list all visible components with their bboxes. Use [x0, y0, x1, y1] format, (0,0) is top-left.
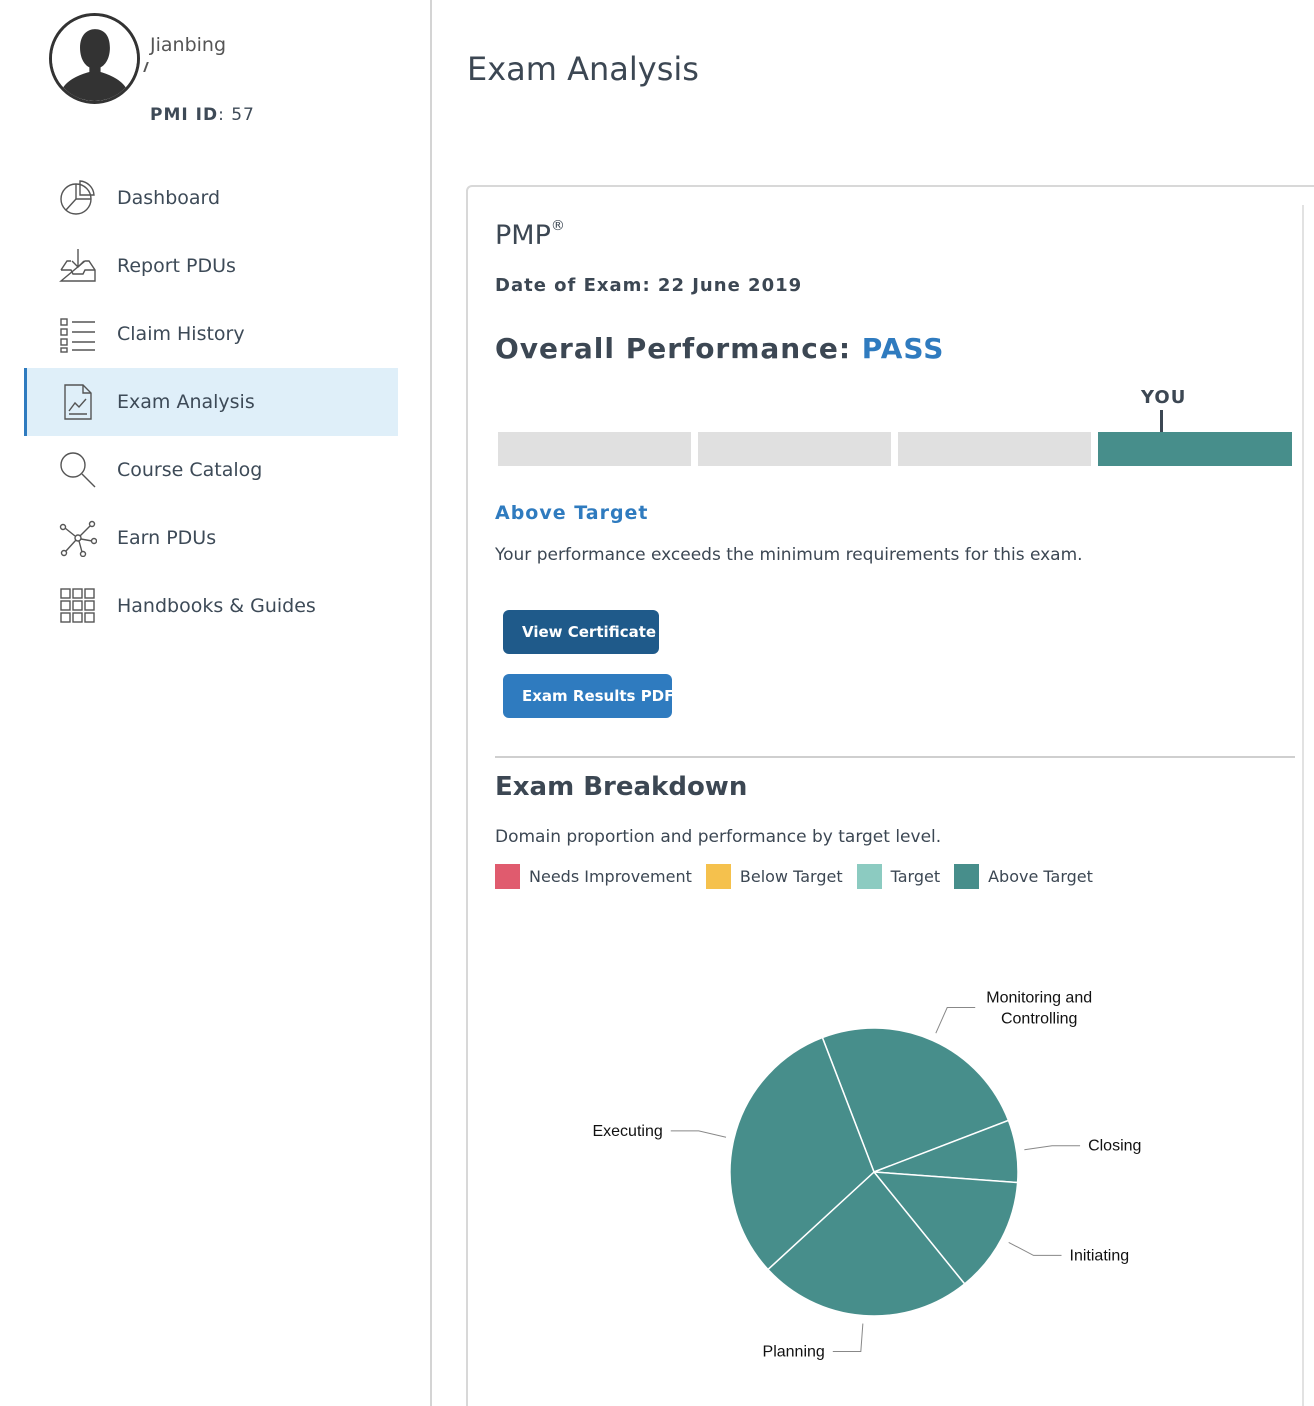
- page-title: Exam Analysis: [467, 50, 699, 88]
- list-icon: [59, 315, 97, 353]
- exam-name: PMP®: [495, 218, 565, 251]
- legend-label: Below Target: [739, 867, 843, 886]
- pie-leader-line: [832, 1323, 864, 1353]
- pie-label-initiating: Initiating: [1070, 1247, 1130, 1264]
- you-marker-label: YOU: [1141, 387, 1187, 408]
- sidebar-item-label: Earn PDUs: [117, 527, 217, 549]
- sidebar-item-label: Course Catalog: [117, 459, 263, 481]
- exam-name-text: PMP: [495, 220, 551, 251]
- pie-leader-line: [1024, 1145, 1081, 1151]
- performance-bar-segment-2: [698, 432, 891, 466]
- grid-icon: [59, 587, 97, 625]
- legend-item-above-target: Above Target: [954, 864, 1093, 889]
- performance-bar-segment-4: [1098, 432, 1292, 466]
- exam-date-value: 22 June 2019: [657, 275, 803, 296]
- sidebar: Jianbing PMI ID: 57 Dashboard Report PDU…: [0, 0, 432, 1406]
- overall-performance-result: PASS: [861, 332, 945, 365]
- legend-swatch: [856, 864, 882, 889]
- document-chart-icon: [59, 383, 97, 421]
- legend-item-needs-improvement: Needs Improvement: [495, 864, 692, 889]
- pie-label-executing: Executing: [592, 1123, 662, 1140]
- sidebar-item-label: Claim History: [117, 323, 245, 345]
- exam-results-pdf-button[interactable]: Exam Results PDF: [503, 674, 674, 718]
- pie-label-monitoring-and-controlling: Monitoring and Controlling: [986, 990, 1092, 1028]
- sidebar-item-claim-history[interactable]: Claim History: [24, 300, 398, 368]
- inbox-download-icon: [59, 247, 97, 285]
- sidebar-item-label: Report PDUs: [117, 255, 236, 277]
- card-scroll-edge: [1302, 205, 1304, 1406]
- legend-swatch: [495, 864, 520, 889]
- pie-label-closing: Closing: [1088, 1138, 1141, 1155]
- sidebar-item-dashboard[interactable]: Dashboard: [24, 164, 398, 232]
- chart-legend: Needs Improvement Below Target Target Ab…: [495, 864, 1107, 889]
- pie-leader-line: [1008, 1241, 1062, 1256]
- pmi-id-value: : 57: [218, 105, 255, 125]
- you-marker-tick: [1160, 410, 1163, 432]
- sidebar-item-label: Dashboard: [117, 187, 221, 209]
- legend-label: Above Target: [988, 867, 1093, 886]
- pmi-id: PMI ID: 57: [150, 105, 255, 125]
- performance-level-title: Above Target: [495, 502, 649, 524]
- legend-label: Target: [890, 867, 941, 886]
- avatar[interactable]: [49, 13, 140, 104]
- section-divider: [495, 756, 1295, 758]
- name-tick: [143, 62, 150, 72]
- exam-breakdown-pie-chart: Monitoring and Controlling Closing Initiati…: [592, 990, 1141, 1361]
- overall-performance-label: Overall Performance:: [495, 332, 852, 365]
- exam-breakdown-description: Domain proportion and performance by tar…: [495, 827, 942, 847]
- pie-leader-line: [670, 1130, 727, 1138]
- exam-breakdown-title: Exam Breakdown: [495, 772, 748, 802]
- sidebar-item-course-catalog[interactable]: Course Catalog: [24, 436, 398, 504]
- pmi-id-label: PMI ID: [150, 105, 219, 125]
- exam-date-label: Date of Exam:: [495, 275, 651, 296]
- sidebar-item-label: Handbooks & Guides: [117, 595, 316, 617]
- legend-swatch: [954, 864, 980, 889]
- performance-level-description: Your performance exceeds the minimum req…: [495, 545, 1083, 565]
- sidebar-item-handbooks-guides[interactable]: Handbooks & Guides: [24, 572, 398, 640]
- pie-chart-icon: [59, 179, 97, 217]
- user-name: Jianbing: [150, 34, 227, 56]
- overall-performance: Overall Performance: PASS: [495, 332, 944, 365]
- pie-label-planning: Planning: [763, 1344, 825, 1361]
- sidebar-item-earn-pdus[interactable]: Earn PDUs: [24, 504, 398, 572]
- pie-leader-line: [935, 1007, 976, 1034]
- sidebar-nav: Dashboard Report PDUs Claim History Exam…: [24, 164, 398, 640]
- view-certificate-button[interactable]: View Certificate: [503, 610, 659, 654]
- exam-date: Date of Exam: 22 June 2019: [495, 275, 802, 296]
- performance-bar-segment-3: [898, 432, 1091, 466]
- sidebar-item-label: Exam Analysis: [117, 391, 255, 413]
- legend-swatch: [705, 864, 731, 889]
- legend-label: Needs Improvement: [529, 867, 692, 886]
- registered-mark: ®: [550, 218, 565, 234]
- performance-bar-segment-1: [498, 432, 691, 466]
- legend-item-below-target: Below Target: [705, 864, 843, 889]
- user-silhouette-icon: [52, 16, 137, 101]
- sidebar-item-report-pdus[interactable]: Report PDUs: [24, 232, 398, 300]
- search-icon: [59, 451, 97, 489]
- network-icon: [59, 519, 97, 557]
- legend-item-target: Target: [856, 864, 941, 889]
- sidebar-item-exam-analysis[interactable]: Exam Analysis: [24, 368, 398, 436]
